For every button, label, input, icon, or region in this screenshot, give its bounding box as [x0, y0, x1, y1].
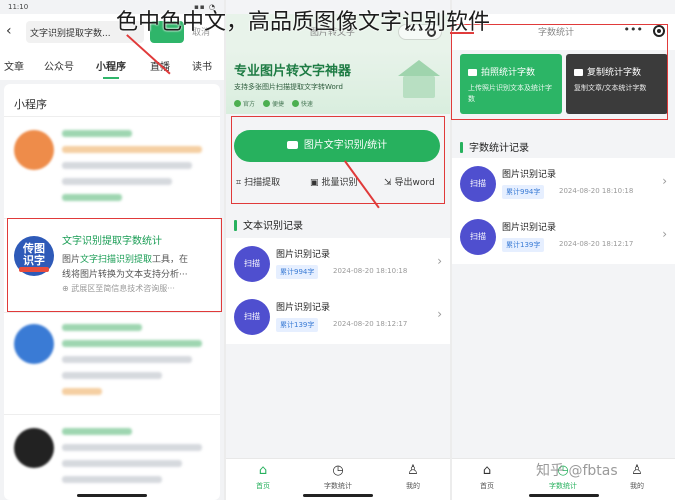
- overlay-caption: 色中色中文，高品质图像文字识别软件: [116, 10, 491, 35]
- record-count: 累计994字: [276, 265, 319, 279]
- record-name: 图片识别记录: [502, 223, 557, 233]
- search-input-value: 文字识别提取字数...: [30, 29, 111, 39]
- check-icon: [291, 100, 299, 107]
- highlight-box-app-entry: [7, 218, 222, 312]
- chevron-right-icon: ›: [437, 254, 442, 268]
- badge: 官方: [234, 100, 255, 108]
- tab-mine[interactable]: ♙ 我的: [388, 463, 438, 491]
- highlight-box-tiles: [451, 24, 668, 120]
- app-logo-blurred: [14, 428, 54, 468]
- tab-books[interactable]: 读书: [192, 58, 212, 73]
- chevron-right-icon: ›: [662, 174, 667, 188]
- check-icon: [234, 100, 241, 107]
- list-item[interactable]: [4, 426, 220, 496]
- record-time: 2024-08-20 18:10:18: [559, 187, 634, 195]
- banner-subtitle: 支持多张图片扫描提取文字转Word: [234, 83, 343, 91]
- hero-banner: 专业图片转文字神器 支持多张图片扫描提取文字转Word 官方 便捷 快速: [226, 50, 450, 114]
- record-item[interactable]: 扫描 图片识别记录 累计994字 2024-08-20 18:10:18 ›: [226, 238, 450, 290]
- home-icon: ⌂: [258, 463, 268, 478]
- record-avatar: 扫描: [234, 246, 270, 282]
- record-avatar: 扫描: [460, 219, 496, 255]
- record-item[interactable]: 扫描 图片识别记录 累计994字 2024-08-20 18:10:18 ›: [452, 158, 675, 210]
- list-item[interactable]: [4, 128, 220, 218]
- tab-word-count[interactable]: ◷ 字数统计: [313, 463, 363, 491]
- back-arrow-icon[interactable]: ‹: [6, 23, 12, 39]
- record-time: 2024-08-20 18:12:17: [333, 320, 408, 328]
- app-logo-blurred: [14, 324, 54, 364]
- search-category-tabs: 文章 公众号 小程序 直播 读书: [0, 50, 224, 80]
- blurred-text: [62, 130, 212, 210]
- home-indicator: [303, 494, 373, 497]
- chevron-right-icon: ›: [662, 227, 667, 241]
- chevron-right-icon: ›: [437, 307, 442, 321]
- record-count: 累计994字: [502, 185, 545, 199]
- record-count: 累计139字: [502, 238, 545, 252]
- recognition-records: 扫描 图片识别记录 累计994字 2024-08-20 18:10:18 › 扫…: [226, 238, 450, 344]
- home-icon: ⌂: [482, 463, 492, 478]
- tab-home[interactable]: ⌂ 首页: [462, 463, 512, 491]
- home-indicator: [528, 494, 599, 497]
- highlight-box-main-actions: [231, 116, 445, 204]
- converter-home-screen: 图片转文字 ••• 专业图片转文字神器 支持多张图片扫描提取文字转Word 官方…: [226, 0, 450, 500]
- divider: [4, 414, 220, 415]
- home-indicator: [77, 494, 147, 497]
- section-title: 文本识别记录: [234, 217, 303, 232]
- badge: 快速: [291, 100, 313, 108]
- record-time: 2024-08-20 18:12:17: [559, 240, 634, 248]
- record-time: 2024-08-20 18:10:18: [333, 267, 408, 275]
- feature-badges: 官方 便捷 快速: [234, 99, 319, 108]
- blurred-text: [62, 324, 212, 404]
- status-time: 11:10: [8, 3, 29, 11]
- tab-mini-programs[interactable]: 小程序: [96, 58, 126, 79]
- blurred-text: [62, 428, 212, 492]
- tab-mine[interactable]: ♙ 我的: [612, 463, 662, 491]
- record-name: 图片识别记录: [276, 250, 331, 260]
- section-title: 小程序: [14, 98, 47, 111]
- divider: [4, 312, 220, 313]
- list-item[interactable]: [4, 322, 220, 410]
- tab-home[interactable]: ⌂ 首页: [238, 463, 288, 491]
- tab-official-accounts[interactable]: 公众号: [44, 58, 74, 73]
- user-icon: ♙: [631, 463, 643, 478]
- record-count: 累计139字: [276, 318, 319, 332]
- tab-articles[interactable]: 文章: [4, 58, 24, 73]
- house-illustration: [398, 60, 440, 100]
- site-watermark: 知乎 @fbtas: [536, 463, 618, 479]
- word-count-records: 扫描 图片识别记录 累计994字 2024-08-20 18:10:18 › 扫…: [452, 158, 675, 264]
- record-avatar: 扫描: [234, 299, 270, 335]
- badge: 便捷: [262, 100, 284, 108]
- check-icon: [262, 100, 270, 107]
- record-avatar: 扫描: [460, 166, 496, 202]
- user-icon: ♙: [407, 463, 419, 478]
- stats-icon: ◷: [332, 463, 344, 478]
- record-name: 图片识别记录: [276, 303, 331, 313]
- record-item[interactable]: 扫描 图片识别记录 累计139字 2024-08-20 18:12:17 ›: [226, 291, 450, 343]
- divider: [4, 116, 220, 117]
- record-item[interactable]: 扫描 图片识别记录 累计139字 2024-08-20 18:12:17 ›: [452, 211, 675, 263]
- app-logo-blurred: [14, 130, 54, 170]
- banner-title: 专业图片转文字神器: [234, 64, 352, 79]
- record-name: 图片识别记录: [502, 170, 557, 180]
- section-title: 字数统计记录: [460, 139, 529, 154]
